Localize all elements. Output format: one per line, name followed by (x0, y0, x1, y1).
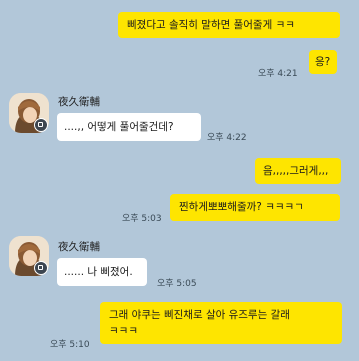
other-message-bubble[interactable]: ....,, 어떻게 풀어줄건데? (57, 113, 201, 141)
message-text-line-1: 그래 야쿠는 삐진채로 살아 유즈루는 갈래 (109, 309, 290, 321)
message-time: 오후 5:05 (157, 279, 197, 289)
other-message-bubble[interactable]: ...... 나 삐졌어. (57, 258, 147, 286)
sender-name: 夜久衛輔 (58, 241, 100, 253)
message-text: 삐졌다고 솔직히 말하면 풀어줄게 ㅋㅋ (127, 19, 295, 31)
my-message-bubble[interactable]: 찐하게뽀뽀해줄까? ㅋㅋㅋㄱ (170, 194, 340, 221)
message-text: 음,,,,,그러게,,, (263, 165, 329, 177)
my-message-bubble[interactable]: 음,,,,,그러게,,, (255, 158, 341, 184)
message-time: 오후 5:03 (122, 214, 162, 224)
message-time: 오후 4:22 (207, 133, 247, 143)
message-text-line-2: ㅋㅋㅋ (109, 325, 138, 337)
message-text: 응? (315, 56, 331, 68)
profile-badge-icon (34, 118, 48, 132)
my-message-bubble[interactable]: 그래 야쿠는 삐진채로 살아 유즈루는 갈래 ㅋㅋㅋ (100, 302, 342, 344)
my-message-bubble[interactable]: 응? (309, 50, 337, 74)
my-message-bubble[interactable]: 삐졌다고 솔직히 말하면 풀어줄게 ㅋㅋ (118, 12, 340, 38)
profile-badge-icon (34, 261, 48, 275)
sender-name: 夜久衛輔 (58, 96, 100, 108)
message-text: ...... 나 삐졌어. (64, 266, 133, 278)
message-text: ....,, 어떻게 풀어줄건데? (64, 121, 174, 133)
message-text: 찐하게뽀뽀해줄까? ㅋㅋㅋㄱ (179, 201, 304, 213)
message-time: 오후 5:10 (50, 340, 90, 350)
message-time: 오후 4:21 (258, 69, 298, 79)
